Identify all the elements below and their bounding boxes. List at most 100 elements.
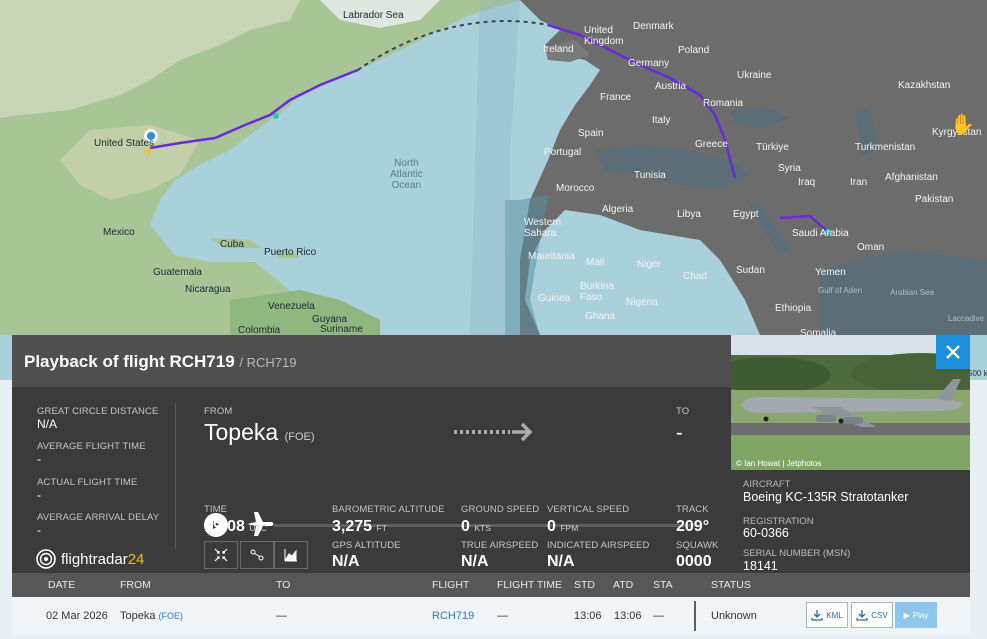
map-label: Spain [578, 128, 604, 139]
map-label: Denmark [633, 21, 674, 32]
map-label: Arabian Sea [890, 288, 935, 297]
show-route-button[interactable] [240, 541, 274, 569]
vs-unit: FPM [560, 523, 579, 533]
map-label: Nicaragua [185, 284, 231, 295]
map-label: Guatemala [153, 267, 202, 278]
row-date: 02 Mar 2026 [46, 610, 108, 622]
to-airport: - [676, 422, 683, 444]
logo-text: flightradar [61, 550, 128, 568]
panel-header: Playback of flight RCH719 / RCH719 [12, 335, 731, 387]
time-value: 19:08 [204, 518, 245, 535]
avg-time-value: - [37, 452, 41, 466]
map-label: Niger [637, 259, 661, 270]
col-date: Date [48, 579, 76, 591]
panel-title: Playback of flight RCH719 / RCH719 [24, 352, 296, 372]
photo-credit[interactable]: © Ian Howat | Jetphotos [736, 459, 821, 468]
map-label: Cuba [220, 239, 244, 250]
gcd-value: N/A [37, 417, 58, 431]
map-label: France [600, 92, 632, 103]
map-label: Germany [628, 58, 670, 69]
col-flight-time: Flight Time [497, 579, 562, 591]
map-label: Nigeria [626, 297, 658, 308]
map-label: Saudi Arabia [792, 228, 849, 239]
flight-playback-page: ✈ Labrador Sea United States Mexico Cuba… [0, 0, 987, 639]
map-label: Ireland [543, 44, 574, 55]
flight-map[interactable]: ✈ Labrador Sea United States Mexico Cuba… [0, 0, 987, 380]
serial-value: 18141 [743, 559, 778, 573]
aircraft-label: Aircraft [743, 479, 791, 490]
tas-value: N/A [461, 553, 489, 570]
row-from-code[interactable]: (FOE) [159, 611, 184, 621]
map-label: Romania [703, 98, 744, 109]
ias-label: Indicated Airspeed [547, 540, 650, 551]
kml-download-button[interactable]: KML [806, 602, 848, 628]
csv-label: CSV [871, 610, 888, 620]
panel-body: Great Circle Distance N/A Average Flight… [12, 387, 731, 573]
download-icon [856, 610, 868, 621]
col-from: From [120, 579, 151, 591]
flight-subtitle: / RCH719 [239, 355, 297, 370]
row-status: Unknown [711, 610, 757, 622]
actual-time-label: Actual Flight Time [37, 477, 138, 488]
squawk-value: 0000 [676, 553, 712, 570]
baro-label: Barometric Altitude [332, 504, 445, 515]
map-label: Oman [857, 242, 885, 253]
avg-time-label: Average Flight Time [37, 441, 146, 452]
aircraft-value: Boeing KC-135R Stratotanker [743, 490, 909, 504]
panel-divider [175, 403, 176, 549]
aircraft-photo[interactable]: © Ian Howat | Jetphotos [731, 335, 970, 470]
map-label: Mali [586, 257, 605, 268]
altitude-graph-button[interactable] [274, 541, 308, 569]
row-from[interactable]: Topeka [120, 610, 155, 622]
history-table-header: Date From To Flight Flight Time STD ATD … [12, 573, 970, 597]
status-indicator [694, 601, 696, 631]
flightradar-logo[interactable]: flightradar24 [36, 549, 144, 569]
compress-icon [214, 548, 228, 562]
col-to: To [276, 579, 291, 591]
map-label: Tunisia [634, 170, 666, 181]
map-label: Puerto Rico [264, 247, 317, 258]
map-label: Chad [683, 271, 707, 282]
vs-value: 0 [547, 518, 556, 535]
map-label: Yemen [815, 267, 846, 278]
row-flight[interactable]: RCH719 [432, 610, 474, 622]
play-label: Play [912, 610, 929, 620]
map-label: Ghana [585, 311, 616, 322]
squawk-label: Squawk [676, 540, 719, 551]
gps-label: GPS Altitude [332, 540, 401, 551]
table-row[interactable]: 02 Mar 2026 Topeka (FOE) — RCH719 — 13:0… [12, 597, 970, 635]
map-label: Iraq [798, 177, 816, 188]
map-label: United Kingdom [584, 25, 624, 47]
from-airport[interactable]: Topeka (FOE) [204, 419, 315, 446]
map-label: Portugal [544, 147, 582, 158]
col-status: Status [711, 579, 751, 591]
registration-value[interactable]: 60-0366 [743, 526, 789, 540]
map-label: Turkmenistan [855, 142, 916, 153]
gps-value: N/A [332, 553, 360, 570]
from-label: From [204, 406, 233, 417]
from-code: (FOE) [284, 431, 315, 443]
baro-unit: FT [376, 523, 387, 533]
baro-value: 3,275 [332, 518, 373, 535]
map-label: Italy [652, 115, 671, 126]
ias-value: N/A [547, 553, 575, 570]
map-label: Mauritania [528, 251, 575, 262]
row-atd: 13:06 [614, 610, 642, 622]
graph-icon [284, 549, 297, 562]
map-label: Ukraine [737, 70, 772, 81]
col-std: STD [574, 579, 595, 591]
vs-label: Vertical Speed [547, 504, 630, 515]
close-button[interactable] [936, 335, 970, 369]
tas-label: True Airspeed [461, 540, 539, 551]
map-label: Poland [678, 45, 710, 56]
logo-number: 24 [127, 550, 145, 568]
map-label: United States [94, 138, 155, 149]
row-flight-time: — [497, 610, 508, 622]
map-label: Suriname [320, 324, 363, 335]
row-play-button[interactable]: ▶ Play [895, 602, 937, 628]
map-label: Burkina Faso [580, 281, 614, 303]
csv-download-button[interactable]: CSV [851, 602, 893, 628]
hand-cursor-icon: ✋ [950, 114, 975, 136]
map-label: Austria [655, 81, 687, 92]
center-aircraft-button[interactable] [204, 541, 238, 569]
